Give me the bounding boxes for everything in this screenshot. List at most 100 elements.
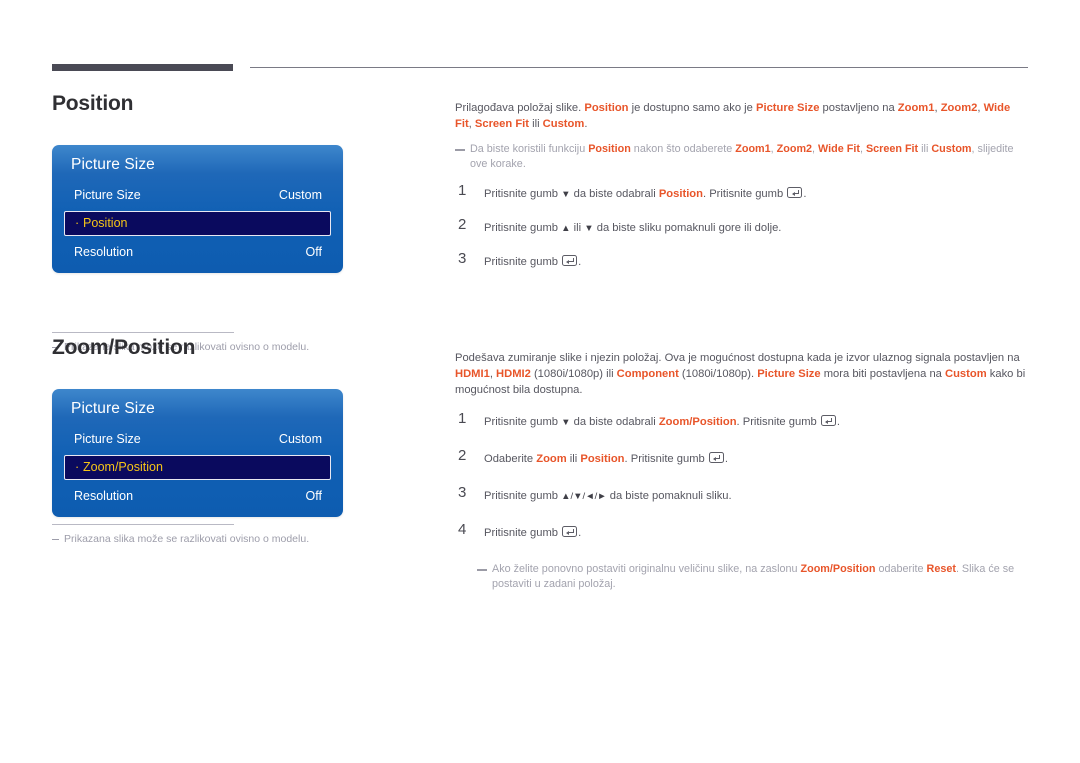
step-text: da biste sliku pomaknuli gore ili dolje. xyxy=(593,222,782,234)
page-title-zoom-position: Zoom/Position xyxy=(52,336,196,359)
step-text: Pritisnite gumb xyxy=(484,490,562,502)
emphasis-position: Position xyxy=(580,453,625,465)
step-number: 1 xyxy=(458,410,467,427)
step-text: da biste odabrali xyxy=(570,416,659,428)
intro-paragraph: Podešava zumiranje slike i njezin položa… xyxy=(455,350,1027,398)
emphasis-position: Position xyxy=(584,102,629,114)
osd-row-position-selected[interactable]: · Position xyxy=(64,211,331,236)
step-item: 1 Pritisnite gumb ▼ da biste odabrali Zoo… xyxy=(455,410,1027,432)
enter-button-icon xyxy=(820,415,836,426)
step-text: da biste odabrali xyxy=(570,188,659,200)
steps-list-position: 1 Pritisnite gumb ▼ da biste odabrali Pos… xyxy=(455,182,1027,272)
osd-row-label: Picture Size xyxy=(74,432,141,446)
intro-paragraph: Prilagođava položaj slike. Position je d… xyxy=(455,100,1027,132)
emphasis-position: Position xyxy=(588,143,631,155)
dash-icon xyxy=(477,569,487,571)
footnote-divider xyxy=(52,524,234,525)
bullet-icon: · xyxy=(75,216,80,230)
steps-list-zoom-position: 1 Pritisnite gumb ▼ da biste odabrali Zoo… xyxy=(455,410,1027,543)
emphasis-screen-fit: Screen Fit xyxy=(865,143,919,155)
emphasis-hdmi1: HDMI1 xyxy=(455,368,490,380)
osd-row-resolution[interactable]: Resolution Off xyxy=(64,240,331,264)
step-text: Pritisnite gumb xyxy=(484,416,562,428)
step-item: 4 Pritisnite gumb . xyxy=(455,521,1027,543)
step-text: Pritisnite gumb xyxy=(484,188,562,200)
emphasis-picture-size: Picture Size xyxy=(756,102,820,114)
step-text: . xyxy=(578,256,582,268)
subnote-text: Da biste koristili funkciju xyxy=(470,143,589,155)
emphasis-hdmi2: HDMI2 xyxy=(496,368,531,380)
step-item: 3 Pritisnite gumb . xyxy=(455,250,1027,272)
emphasis-screen-fit: Screen Fit xyxy=(474,118,529,130)
step-number: 2 xyxy=(458,216,467,233)
step-text: Pritisnite gumb xyxy=(484,527,562,539)
emphasis-custom: Custom xyxy=(945,368,987,380)
step-item: 2 Pritisnite gumb ▲ ili ▼ da biste sliku … xyxy=(455,216,1027,238)
intro-text: postavljeno na xyxy=(819,102,898,114)
arrow-down-icon: ▼ xyxy=(561,417,571,428)
footnote-text: Prikazana slika može se razlikovati ovis… xyxy=(64,533,310,545)
intro-text: . xyxy=(584,118,588,130)
osd-row-picture-size[interactable]: Picture Size Custom xyxy=(64,427,331,451)
osd-row-zoom-position-selected[interactable]: · Zoom/Position xyxy=(64,455,331,480)
arrow-down-icon: ▼ xyxy=(584,223,594,234)
step-item: 2 Odaberite Zoom ili Position. Pritisnite… xyxy=(455,447,1027,469)
osd-row-value: Custom xyxy=(278,432,322,446)
enter-button-icon xyxy=(562,526,578,537)
emphasis-component: Component xyxy=(616,368,679,380)
enter-button-icon xyxy=(787,187,803,198)
subnote-text: Ako želite ponovno postaviti originalnu … xyxy=(492,563,801,575)
osd-row-value: Custom xyxy=(278,188,322,202)
step-text: . Pritisnite gumb xyxy=(624,453,708,465)
osd-row-picture-size[interactable]: Picture Size Custom xyxy=(64,183,331,207)
osd-row-value: Off xyxy=(305,245,322,259)
step-item: 3 Pritisnite gumb ▲/▼/◄/► da biste pomakn… xyxy=(455,484,1027,506)
subnote-text: ili xyxy=(918,143,932,155)
emphasis-zoom-position: Zoom/Position xyxy=(658,416,737,428)
header-rule-thin xyxy=(250,67,1028,68)
step-text: . xyxy=(836,416,840,428)
intro-text: Podešava zumiranje slike i njezin položa… xyxy=(455,352,1020,364)
step-text: Odaberite xyxy=(484,453,537,465)
emphasis-zoom-position: Zoom/Position xyxy=(800,563,876,575)
arrow-down-icon: ▼ xyxy=(561,189,571,200)
page-title-position: Position xyxy=(52,92,134,115)
emphasis-wide-fit: Wide Fit xyxy=(818,143,860,155)
osd-row-label: Zoom/Position xyxy=(83,460,163,474)
osd-title: Picture Size xyxy=(71,156,155,173)
osd-panel-zoom-position: Picture Size Picture Size Custom · Zoom/… xyxy=(52,389,343,517)
step-text: . Pritisnite gumb xyxy=(702,188,787,200)
step-number: 4 xyxy=(458,521,467,538)
intro-text: Prilagođava položaj slike. xyxy=(455,102,585,114)
emphasis-zoom2: Zoom2 xyxy=(940,102,978,114)
step-number: 3 xyxy=(458,484,467,501)
step-text: . xyxy=(803,188,807,200)
step-text: ili xyxy=(566,453,581,465)
emphasis-zoom: Zoom xyxy=(536,453,567,465)
osd-row-label: Position xyxy=(83,216,128,230)
osd-row-resolution[interactable]: Resolution Off xyxy=(64,484,331,508)
subnote-text: odaberite xyxy=(875,563,927,575)
intro-text: (1080i/1080p). xyxy=(678,368,758,380)
step-text: Pritisnite gumb xyxy=(484,256,562,268)
emphasis-position: Position xyxy=(658,188,703,200)
step-text: ili xyxy=(570,222,585,234)
step-number: 2 xyxy=(458,447,467,464)
step-text: . xyxy=(724,453,728,465)
emphasis-reset: Reset xyxy=(926,563,956,575)
step-text: da biste pomaknuli sliku. xyxy=(606,490,732,502)
osd-panel-position: Picture Size Picture Size Custom · Posit… xyxy=(52,145,343,273)
step-number: 1 xyxy=(458,182,467,199)
intro-text: (1080i/1080p) ili xyxy=(530,368,617,380)
bullet-icon: · xyxy=(75,460,80,474)
osd-row-label: Resolution xyxy=(74,245,134,259)
dash-icon xyxy=(455,149,465,151)
step-text: Pritisnite gumb xyxy=(484,222,562,234)
step-number: 3 xyxy=(458,250,467,267)
intro-text: mora biti postavljena na xyxy=(820,368,945,380)
osd-row-value: Off xyxy=(305,489,322,503)
step-text: . Pritisnite gumb xyxy=(736,416,820,428)
subnote-text: nakon što odaberete xyxy=(630,143,736,155)
footnote-zoom-position: Prikazana slika može se razlikovati ovis… xyxy=(52,524,309,545)
intro-text: ili xyxy=(528,118,543,130)
